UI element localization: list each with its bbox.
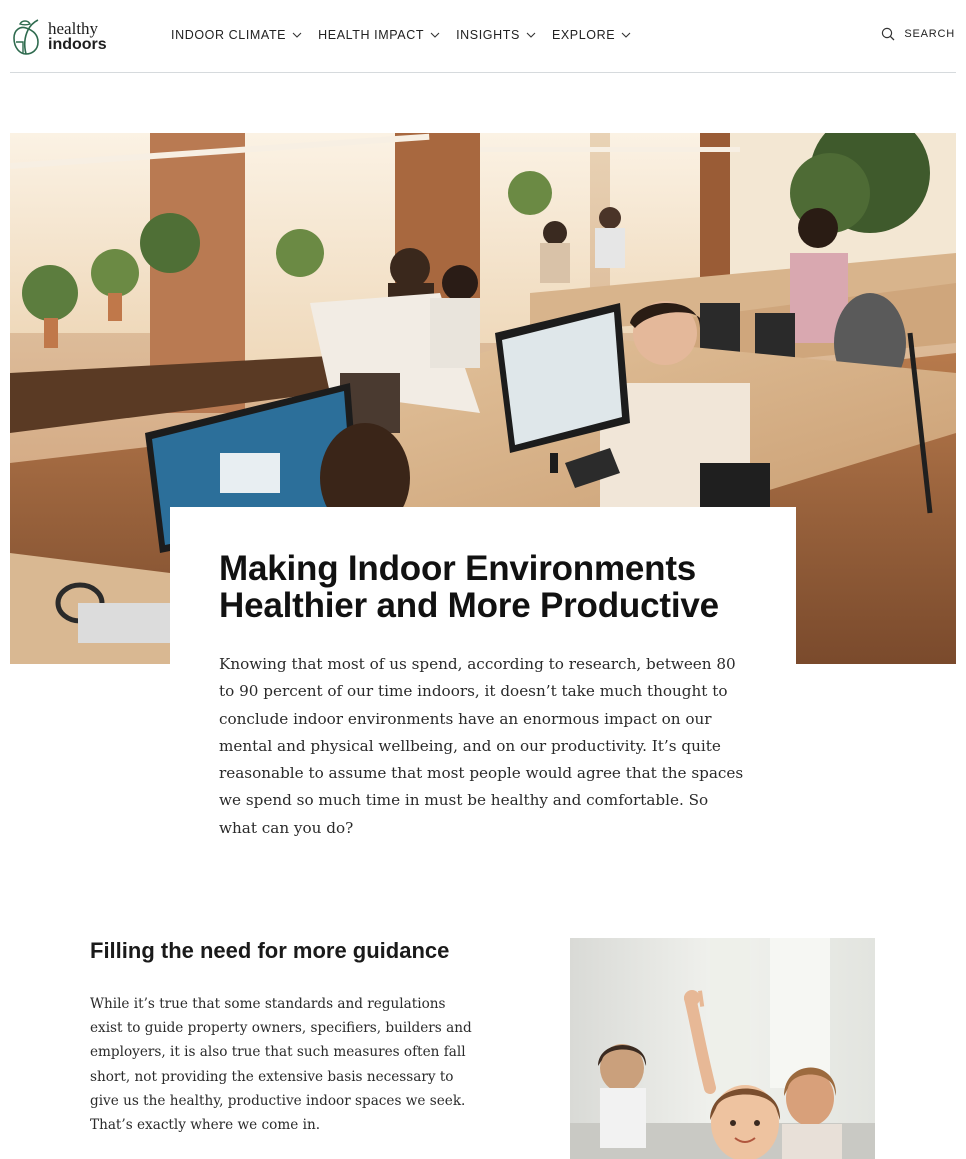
section-heading: Filling the need for more guidance — [90, 938, 450, 963]
leaf-logo-icon — [13, 19, 39, 55]
header-divider — [10, 72, 956, 73]
search-label: SEARCH — [904, 28, 955, 40]
logo-line-2: indoors — [48, 36, 107, 53]
chevron-down-icon — [430, 32, 440, 38]
hero-intro-text: Knowing that most of us spend, according… — [219, 655, 744, 837]
page-title: Making Indoor Environments Healthier and… — [219, 549, 719, 625]
nav-item-label: EXPLORE — [551, 28, 616, 42]
classroom-image — [570, 938, 875, 1159]
main-nav: INDOOR CLIMATE HEALTH IMPACT INSIGHTS EX… — [171, 26, 647, 44]
nav-item-label: INSIGHTS — [456, 28, 520, 42]
site-header: healthy indoors INDOOR CLIMATE HEALTH IM… — [0, 0, 966, 72]
nav-item-insights[interactable]: INSIGHTS — [456, 26, 536, 44]
chevron-down-icon — [621, 32, 631, 38]
nav-item-label: HEALTH IMPACT — [318, 28, 425, 42]
search-icon — [882, 27, 895, 41]
classroom-photo-icon — [570, 938, 875, 1159]
logo-line-1: healthy — [48, 19, 99, 38]
chevron-down-icon — [292, 32, 302, 38]
nav-item-explore[interactable]: EXPLORE — [552, 26, 631, 44]
nav-item-health-impact[interactable]: HEALTH IMPACT — [318, 26, 440, 44]
section-body-text: While it’s true that some standards and … — [90, 996, 472, 1134]
site-logo[interactable]: healthy indoors — [10, 17, 120, 57]
nav-item-indoor-climate[interactable]: INDOOR CLIMATE — [171, 26, 302, 44]
chevron-down-icon — [526, 32, 536, 38]
nav-item-label: INDOOR CLIMATE — [171, 28, 287, 42]
search-button[interactable]: SEARCH — [881, 27, 955, 41]
